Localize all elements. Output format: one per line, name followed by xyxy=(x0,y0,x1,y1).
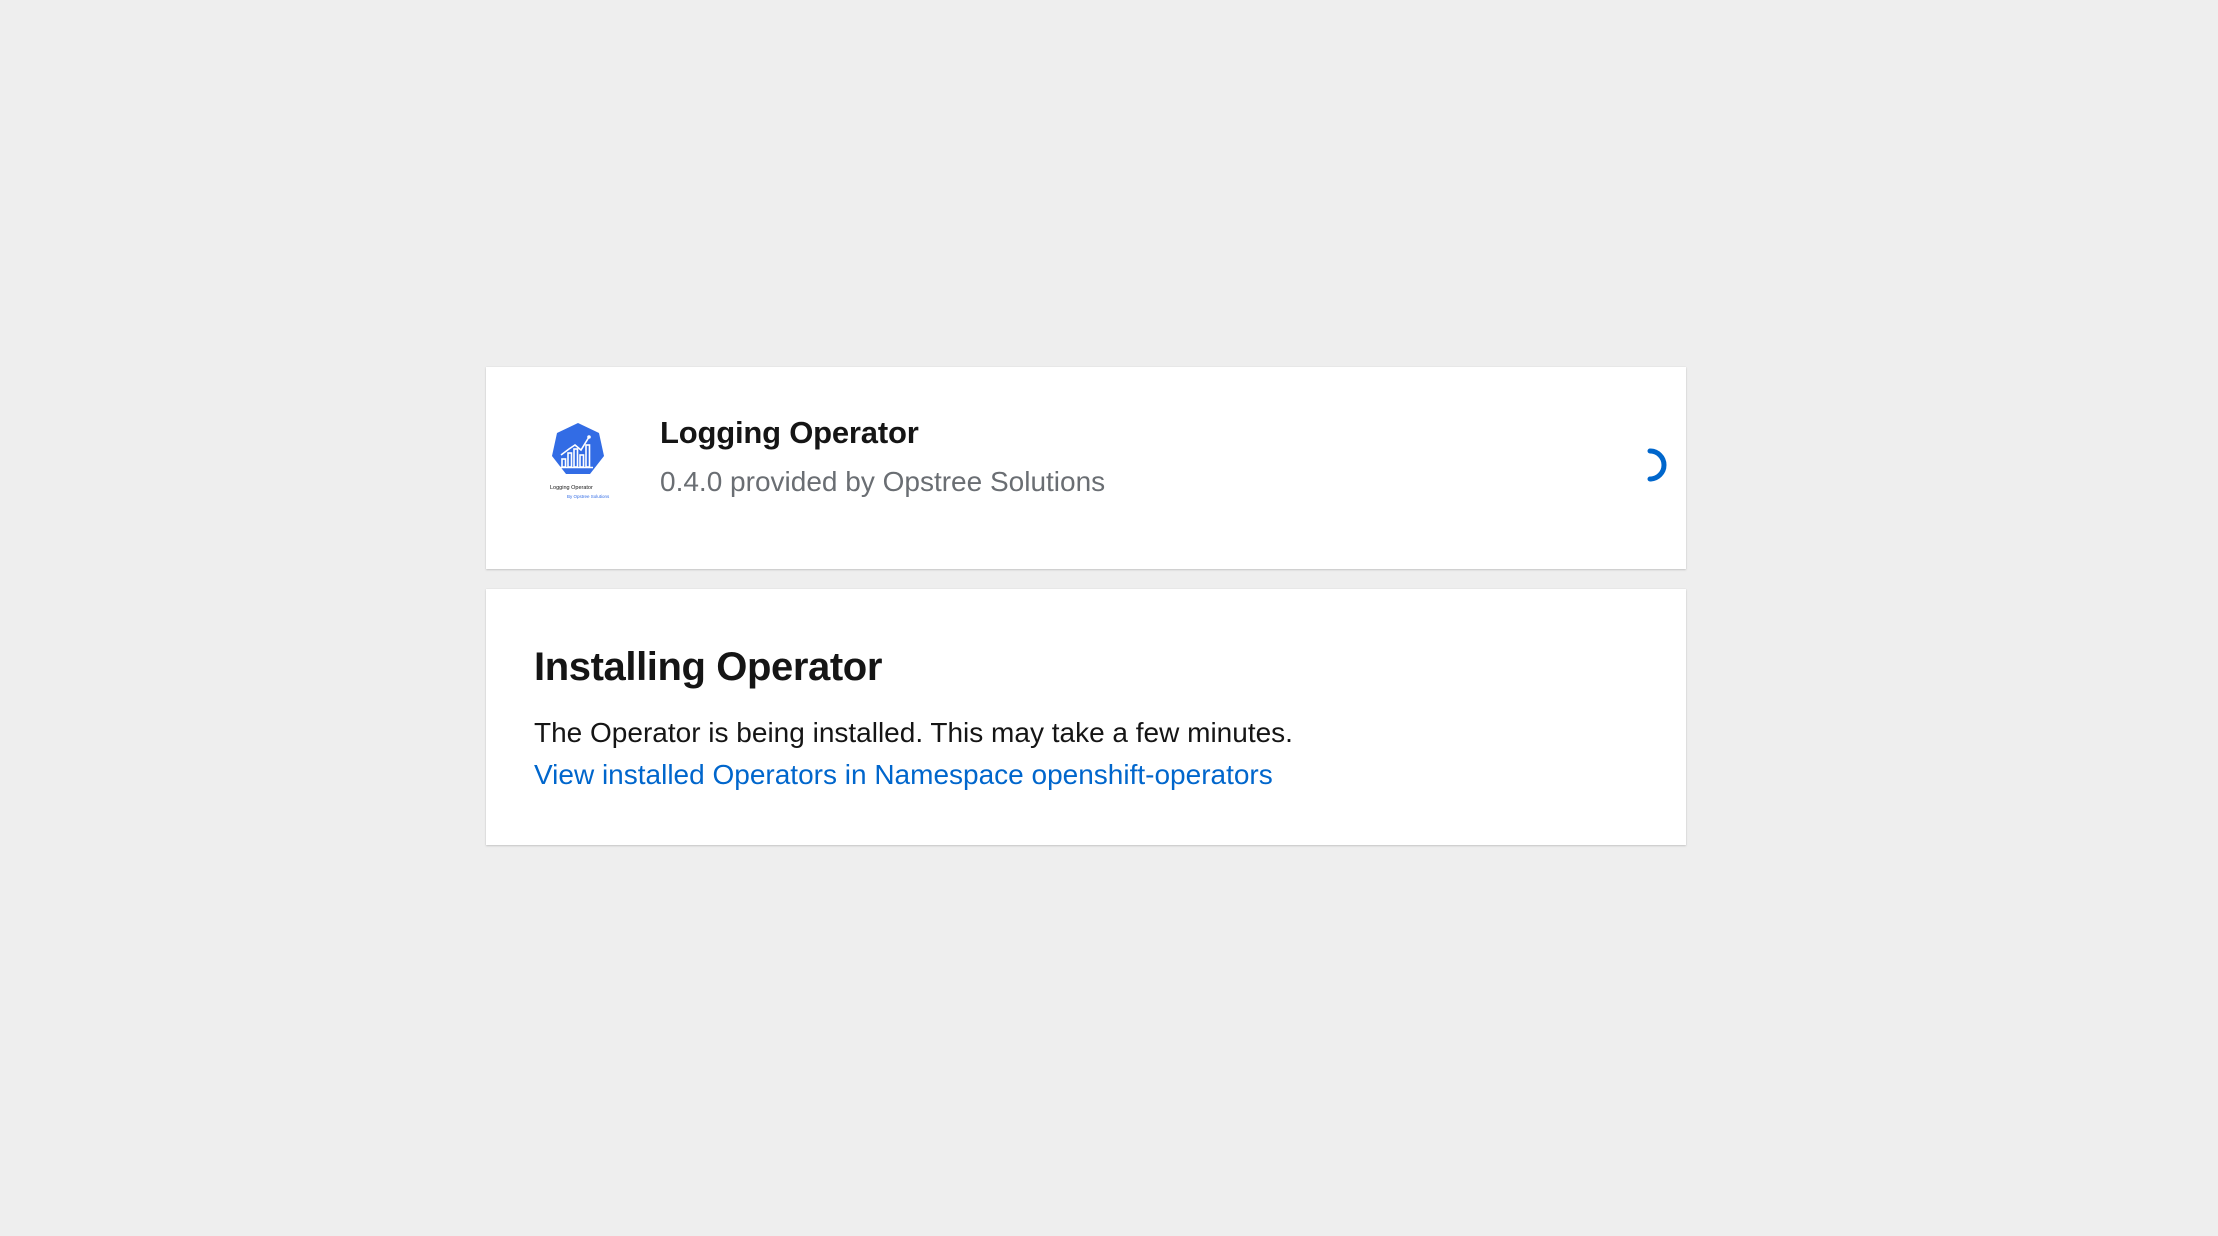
install-operator-page: Logging Operator By Opstree Solutions Lo… xyxy=(0,0,2218,1236)
operator-info: Logging Operator 0.4.0 provided by Opstr… xyxy=(660,414,1105,500)
operator-summary-card: Logging Operator By Opstree Solutions Lo… xyxy=(486,367,1686,569)
loading-spinner-icon xyxy=(1623,440,1673,490)
logo-subcaption: By Opstree Solutions xyxy=(567,494,610,499)
logging-operator-logo-icon: Logging Operator By Opstree Solutions xyxy=(550,423,610,499)
operator-logo: Logging Operator By Opstree Solutions xyxy=(542,421,614,505)
operator-provider: 0.4.0 provided by Opstree Solutions xyxy=(660,466,1106,497)
install-status-title: Installing Operator xyxy=(534,645,883,689)
view-installed-operators-link[interactable]: View installed Operators in Namespace op… xyxy=(534,757,1273,793)
install-status-card: Installing Operator The Operator is bein… xyxy=(486,589,1686,845)
install-status-description: The Operator is being installed. This ma… xyxy=(534,717,1293,748)
operator-name: Logging Operator xyxy=(660,415,919,450)
logo-caption: Logging Operator xyxy=(550,485,593,491)
